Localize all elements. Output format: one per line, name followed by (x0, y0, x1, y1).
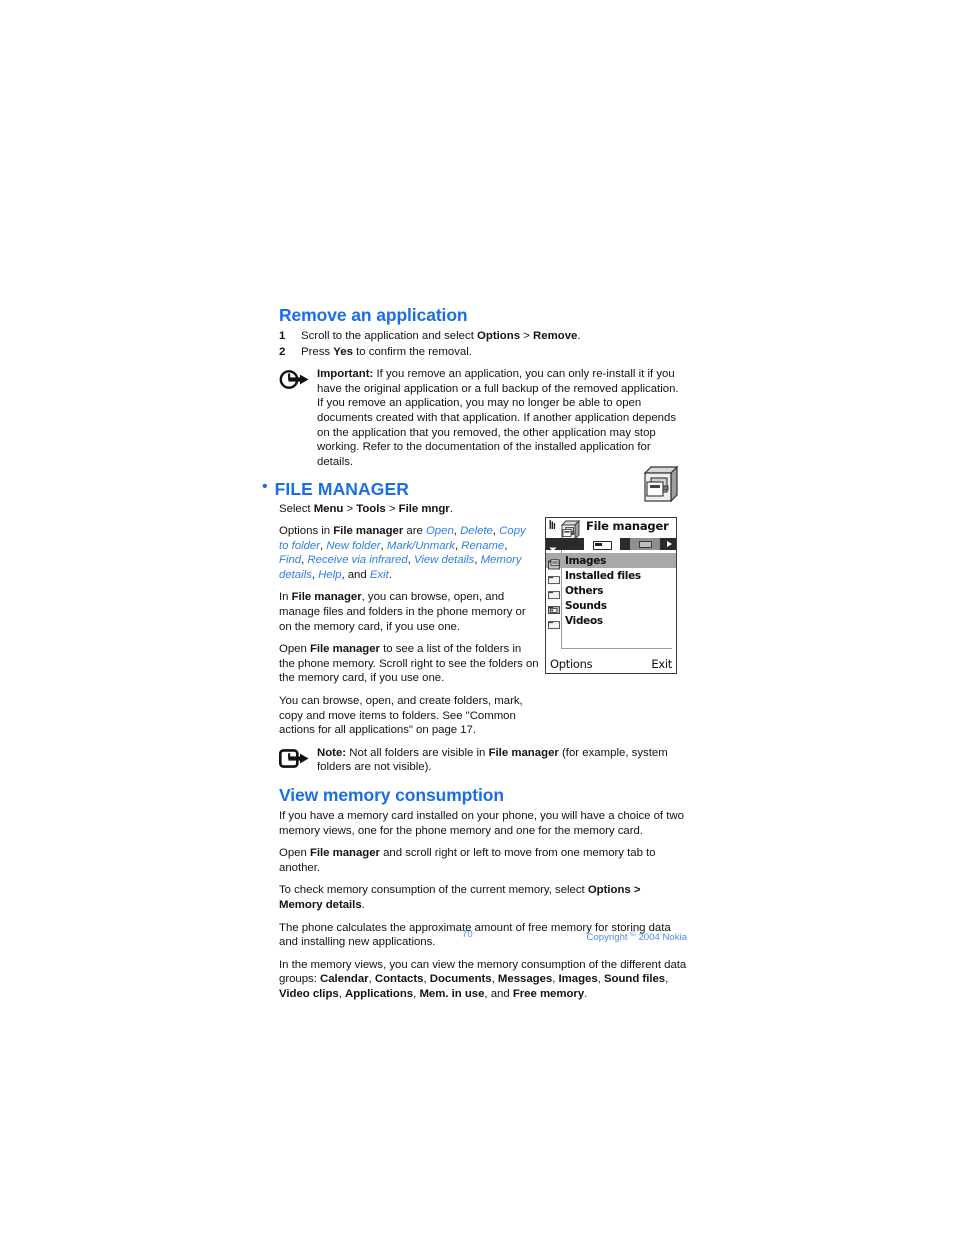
file-manager-paragraph-3: You can browse, open, and create folders… (279, 694, 523, 737)
file-manager-heading-text: FILE MANAGER (274, 479, 409, 500)
view-memory-paragraph-2: Open File manager and scroll right or le… (279, 847, 656, 874)
group-mem-in-use: Mem. in use (419, 987, 485, 1000)
page-number: 70 (462, 929, 473, 940)
antenna-icon (549, 540, 557, 555)
phone-screenshot-file-manager: File manager Images Installed files Othe… (545, 517, 677, 674)
option-open: Open (425, 525, 454, 537)
note-arrow-icon (278, 746, 317, 775)
bullet-icon: • (262, 478, 268, 496)
memory-card-icon (639, 541, 652, 548)
phone-memory-tab[interactable] (577, 538, 627, 550)
option-exit: Exit (369, 568, 389, 581)
option-view-details: View details (413, 554, 475, 567)
bold-memory-details: Memory details (279, 899, 362, 911)
bold-file-manager: File manager (333, 525, 404, 537)
list-item-label: Installed files (565, 569, 641, 582)
group-images: Images (558, 973, 598, 986)
group-documents: Documents (429, 973, 492, 986)
step-number: 1 (279, 330, 286, 343)
important-note: Important: If you remove an application,… (279, 367, 687, 469)
list-item-videos[interactable]: Videos (546, 613, 676, 630)
note-label: Note: (317, 746, 347, 759)
view-memory-paragraph-1: If you have a memory card installed on y… (279, 810, 684, 837)
file-manager-note-text: Note: Not all folders are visible in Fil… (317, 746, 668, 774)
group-messages: Messages (497, 973, 553, 986)
manual-page: Remove an application 1 Scroll to the ap… (0, 0, 954, 1235)
bold-menu: Menu (313, 503, 344, 516)
list-item: 2 Press Yes to confirm the removal. (279, 345, 687, 361)
phone-softkey-bar: Options Exit (546, 654, 676, 673)
bold-yes: Yes (333, 345, 353, 358)
option-rename: Rename (461, 539, 505, 552)
list-item-label: Sounds (565, 599, 607, 612)
step-text: Press Yes to confirm the removal. (301, 345, 472, 358)
group-calendar: Calendar (320, 973, 369, 986)
bold-options: Options (477, 330, 521, 343)
important-body: If you remove an application, you can on… (317, 368, 679, 468)
group-applications: Applications (345, 987, 414, 1000)
folder-icon (548, 585, 561, 600)
pointing-hand-circle-icon (279, 367, 317, 469)
group-contacts: Contacts (374, 973, 424, 986)
phone-title-bar: File manager (546, 518, 676, 541)
phone-tab-bar (546, 538, 676, 555)
right-arrow-icon[interactable] (667, 540, 672, 547)
file-manager-note: Note: Not all folders are visible in Fil… (278, 746, 687, 775)
folder-icon (548, 570, 561, 585)
option-mark-unmark: Mark/Unmark (386, 539, 455, 552)
option-new-folder: New folder (326, 539, 381, 552)
options-list-paragraph: Options in File manager are Open, Delete… (279, 525, 526, 581)
folder-icon (548, 615, 561, 630)
list-item-label: Images (565, 554, 607, 567)
list-item-images[interactable]: Images (546, 553, 676, 570)
bold-file-manager: File manager (309, 847, 380, 860)
signal-bars-icon (549, 519, 557, 534)
option-help: Help (318, 568, 342, 581)
option-delete: Delete (460, 525, 493, 537)
softkey-options[interactable]: Options (550, 657, 593, 671)
section-heading-file-manager: • FILE MANAGER (262, 479, 687, 499)
folder-images-icon (548, 555, 561, 570)
memory-details-paragraph: To check memory consumption of the curre… (279, 884, 641, 911)
important-label: Important: (317, 368, 374, 381)
list-item-sounds[interactable]: Sounds (546, 598, 676, 615)
list-item-others[interactable]: Others (546, 583, 676, 600)
bold-file-mngr: File mngr (398, 503, 450, 516)
page-title-remove-application: Remove an application (279, 305, 468, 325)
list-item-label: Others (565, 584, 604, 597)
step-number: 2 (279, 345, 286, 358)
bold-remove: Remove (533, 330, 578, 343)
list-item: 1 Scroll to the application and select O… (279, 329, 687, 345)
phone-memory-icon (593, 541, 612, 550)
step-text: Scroll to the application and select Opt… (301, 330, 581, 343)
select-path-paragraph: Select Menu > Tools > File mngr. (279, 503, 453, 516)
bold-file-manager: File manager (309, 643, 380, 656)
group-video-clips: Video clips (279, 987, 339, 1000)
view-memory-body: If you have a memory card installed on y… (279, 809, 687, 1002)
group-sound-files: Sound files (603, 973, 666, 986)
list-item-installed-files[interactable]: Installed files (546, 568, 676, 585)
list-divider-horizontal (561, 648, 672, 649)
folder-sounds-icon (548, 600, 561, 615)
memory-card-tab[interactable] (624, 538, 660, 550)
option-find: Find (279, 554, 302, 567)
list-item-label: Videos (565, 614, 603, 627)
file-manager-paragraph-2: Open File manager to see a list of the f… (279, 643, 539, 685)
bold-file-manager: File manager (488, 746, 559, 759)
bold-options: Options > (587, 884, 641, 897)
page-title-view-memory-consumption: View memory consumption (279, 784, 504, 805)
copyright-notice: Copyright © 2004 Nokia (586, 929, 687, 944)
file-manager-paragraph-1: In File manager, you can browse, open, a… (279, 591, 526, 633)
group-free-memory: Free memory (512, 987, 585, 1000)
folder-list: Images Installed files Others Sounds Vid… (546, 550, 676, 654)
bold-file-manager: File manager (291, 591, 362, 604)
softkey-exit[interactable]: Exit (651, 657, 672, 671)
phone-screen-title: File manager (586, 519, 669, 533)
remove-application-steps: 1 Scroll to the application and select O… (279, 329, 687, 360)
important-note-text: Important: If you remove an application,… (317, 367, 687, 469)
data-groups-paragraph: In the memory views, you can view the me… (279, 958, 687, 1000)
bold-tools: Tools (356, 503, 386, 516)
file-cabinet-icon (637, 461, 681, 505)
option-receive-via-infrared: Receive via infrared (307, 554, 408, 567)
